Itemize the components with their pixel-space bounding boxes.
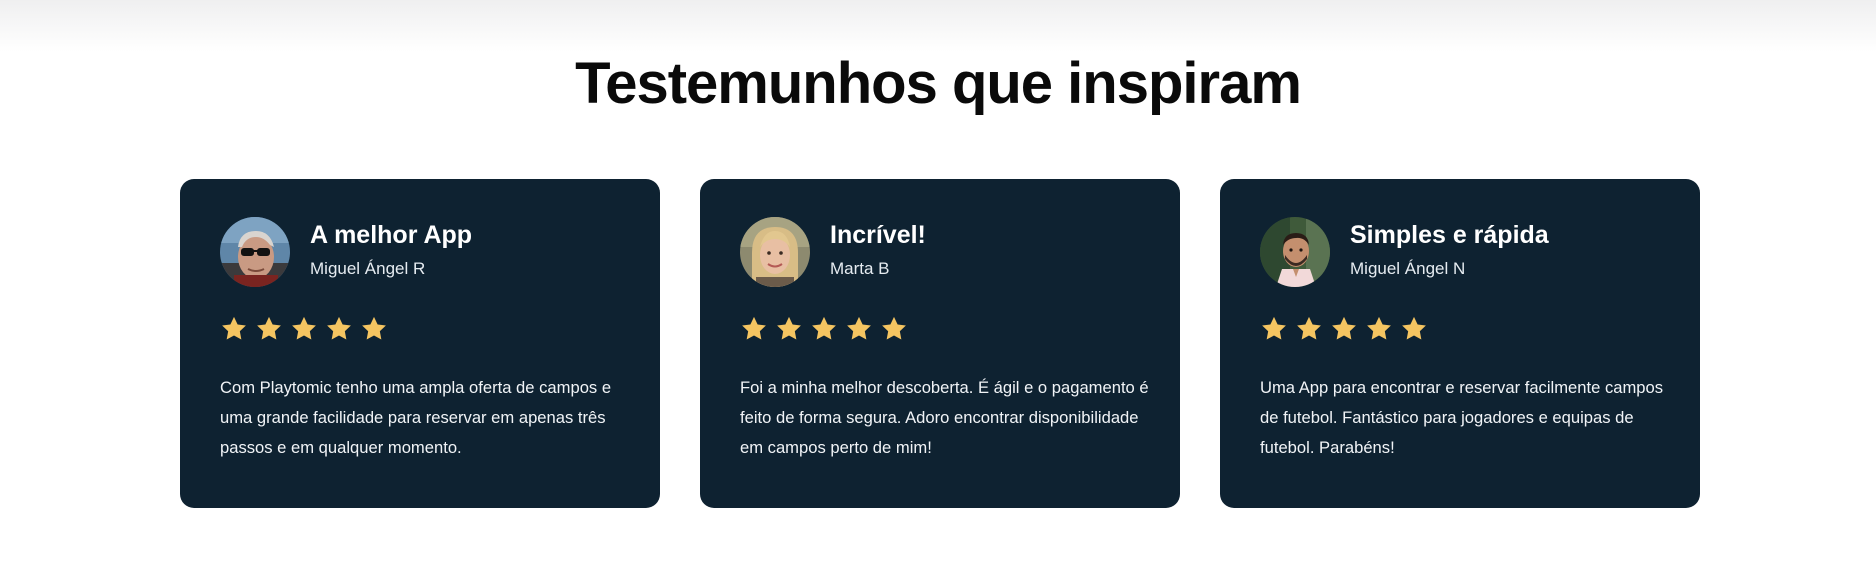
star-icon (255, 315, 283, 343)
avatar (1260, 217, 1330, 287)
star-icon (1295, 315, 1323, 343)
rating-stars (220, 315, 620, 343)
star-icon (740, 315, 768, 343)
star-icon (290, 315, 318, 343)
testimonial-author: Miguel Ángel N (1350, 259, 1466, 278)
testimonial-quote: Uma App para encontrar e reservar facilm… (1260, 378, 1664, 457)
avatar (740, 217, 810, 287)
testimonial-card: A melhor App Miguel Ángel R Com Playtomi… (180, 179, 660, 508)
star-icon (325, 315, 353, 343)
testimonial-author: Marta B (830, 259, 890, 278)
testimonial-header: Incrível! Marta B (740, 217, 1140, 287)
testimonial-author: Miguel Ángel R (310, 259, 426, 278)
section-title: Testemunhos que inspiram (575, 51, 1302, 116)
star-icon (1400, 315, 1428, 343)
testimonial-title: A melhor App (310, 221, 473, 249)
testimonial-header: A melhor App Miguel Ángel R (220, 217, 620, 287)
star-icon (775, 315, 803, 343)
star-icon (880, 315, 908, 343)
testimonial-card: Simples e rápida Miguel Ángel N Uma App … (1220, 179, 1700, 508)
rating-stars (740, 315, 1140, 343)
testimonial-card: Incrível! Marta B Foi a minha melhor des… (700, 179, 1180, 508)
testimonial-header: Simples e rápida Miguel Ángel N (1260, 217, 1660, 287)
star-icon (1365, 315, 1393, 343)
star-icon (1330, 315, 1358, 343)
star-icon (845, 315, 873, 343)
avatar (220, 217, 290, 287)
rating-stars (1260, 315, 1660, 343)
testimonial-title: Incrível! (830, 221, 926, 249)
testimonial-quote: Foi a minha melhor descoberta. É ágil e … (740, 378, 1149, 457)
star-icon (220, 315, 248, 343)
testimonial-title: Simples e rápida (1350, 221, 1549, 249)
star-icon (810, 315, 838, 343)
star-icon (360, 315, 388, 343)
star-icon (1260, 315, 1288, 343)
testimonial-cards: A melhor App Miguel Ángel R Com Playtomi… (180, 179, 1700, 508)
testimonial-quote: Com Playtomic tenho uma ampla oferta de … (220, 378, 612, 457)
